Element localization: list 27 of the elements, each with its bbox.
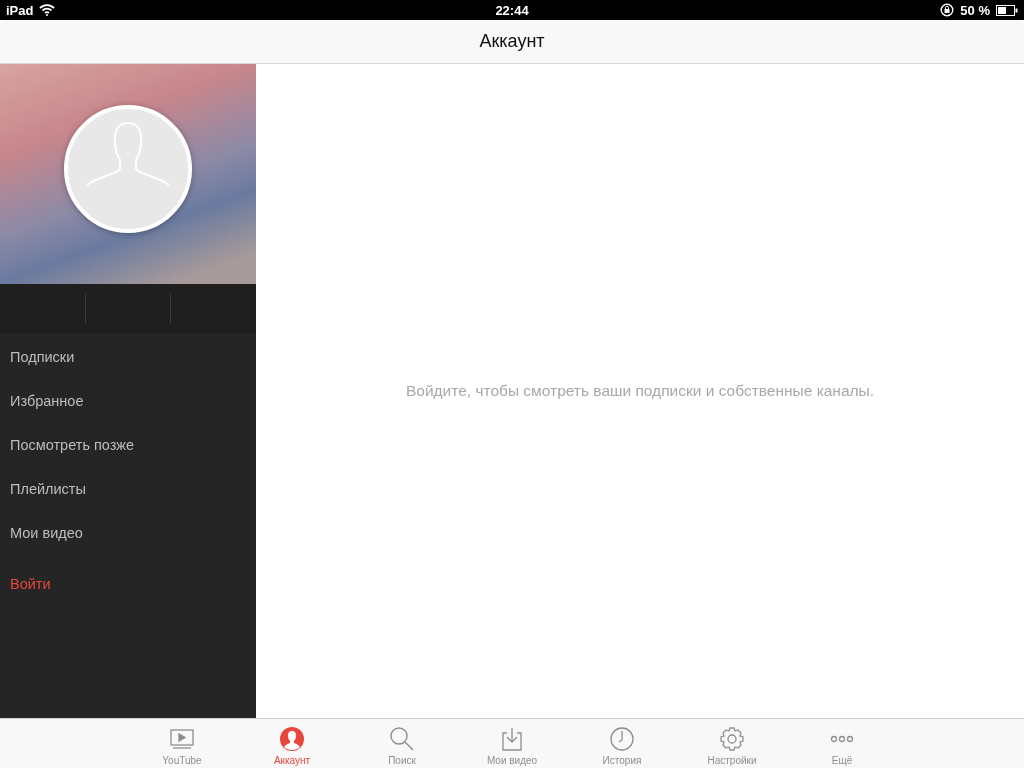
- tab[interactable]: Ещё: [787, 719, 897, 768]
- tab[interactable]: Аккаунт: [237, 719, 347, 768]
- tab[interactable]: Настройки: [677, 719, 787, 768]
- battery-percent: 50 %: [960, 2, 990, 18]
- sidebar-item[interactable]: Мои видео: [0, 511, 83, 555]
- search-icon: [388, 725, 416, 753]
- battery-icon: [996, 4, 1018, 16]
- settings-icon: [718, 725, 746, 753]
- more-icon: [828, 735, 856, 743]
- clock: 22:44: [495, 2, 529, 18]
- tab[interactable]: YouTube: [127, 719, 237, 768]
- rotation-lock-icon: [940, 3, 955, 17]
- tab[interactable]: Мои видео: [457, 719, 567, 768]
- clock-icon: [608, 725, 636, 753]
- tab[interactable]: Поиск: [347, 719, 457, 768]
- wifi-icon: [39, 4, 56, 16]
- avatar-silhouette-icon: [64, 105, 192, 233]
- person-icon: [278, 725, 306, 753]
- sidebar-item[interactable]: Войти: [0, 562, 51, 606]
- sign-in-message: Войдите, чтобы смотреть ваши подписки и собственные каналы.: [405, 382, 875, 401]
- tab[interactable]: История: [567, 719, 677, 768]
- device-name: iPad: [6, 2, 34, 18]
- sidebar-item[interactable]: Подписки: [0, 335, 75, 379]
- sidebar-item[interactable]: Избранное: [0, 379, 84, 423]
- sidebar-item[interactable]: Плейлисты: [0, 467, 86, 511]
- sidebar-item[interactable]: Посмотреть позже: [0, 423, 135, 467]
- nav-title: Аккаунт: [479, 31, 545, 52]
